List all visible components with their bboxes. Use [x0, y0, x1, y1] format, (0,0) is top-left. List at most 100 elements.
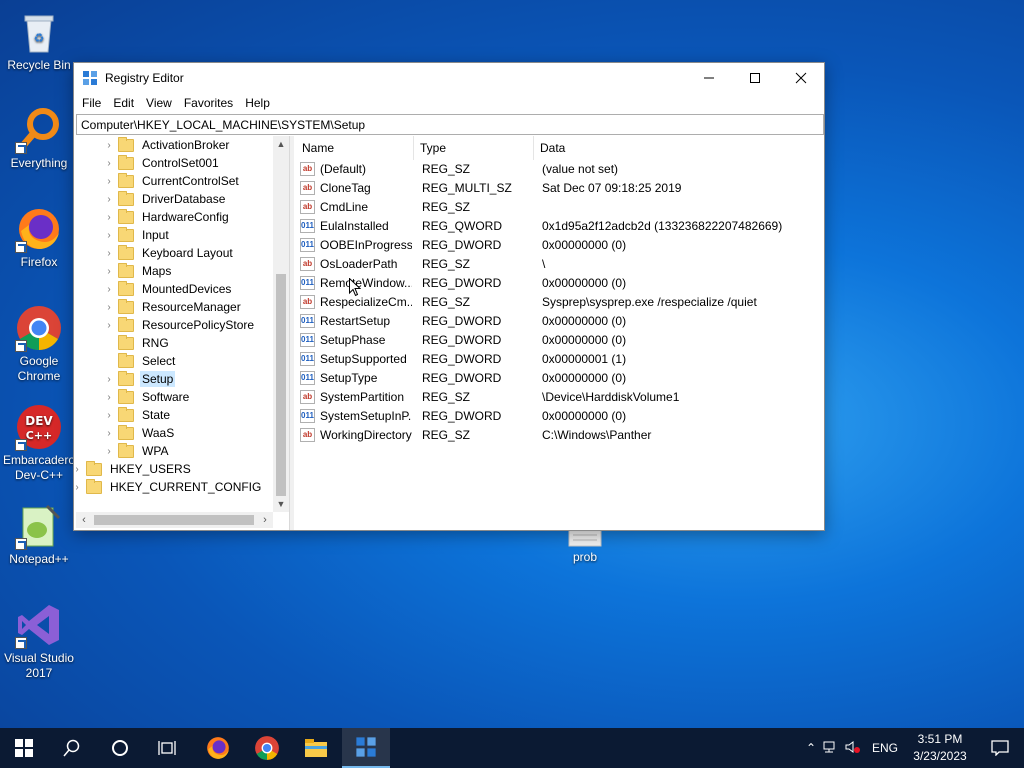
tree-item[interactable]: › MountedDevices — [104, 280, 233, 298]
value-row[interactable]: ab (Default) REG_SZ (value not set) — [294, 160, 824, 179]
scroll-thumb[interactable] — [276, 274, 286, 496]
tree-item[interactable]: ›HKEY_CURRENT_CONFIG — [76, 478, 263, 496]
value-row[interactable]: 011 EulaInstalled REG_QWORD 0x1d95a2f12adcb… — [294, 217, 824, 236]
desktop-icon-dev-cpp[interactable]: DEV C++ Embarcadero Dev-C++ — [0, 403, 78, 483]
address-bar[interactable]: Computer\HKEY_LOCAL_MACHINE\SYSTEM\Setup — [76, 114, 824, 135]
tree-vertical-scrollbar[interactable]: ▲ ▼ — [273, 136, 289, 512]
action-center-button[interactable] — [976, 728, 1024, 768]
title-bar[interactable]: Registry Editor — [74, 63, 824, 93]
tree-item[interactable]: › ResourcePolicyStore — [104, 316, 256, 334]
tree-item[interactable]: › DriverDatabase — [104, 190, 227, 208]
tree-horizontal-scrollbar[interactable]: ‹ › — [76, 512, 273, 528]
chevron-right-icon[interactable]: › — [76, 482, 82, 493]
value-row[interactable]: 011 SetupPhase REG_DWORD 0x00000000 (0) — [294, 331, 824, 350]
tree-item[interactable]: › Maps — [104, 262, 173, 280]
desktop-icon-firefox[interactable]: Firefox — [0, 205, 78, 270]
tree-item[interactable]: › Software — [104, 388, 191, 406]
tree-item[interactable]: Select — [104, 352, 177, 370]
maximize-button[interactable] — [732, 63, 778, 93]
chevron-right-icon[interactable]: › — [104, 392, 114, 403]
values-list-pane[interactable]: Name Type Data ab (Default) REG_SZ (value n… — [294, 136, 824, 530]
search-icon — [63, 739, 80, 757]
desktop-icon-recycle-bin[interactable]: ♻ Recycle Bin — [0, 8, 78, 73]
chevron-right-icon[interactable]: › — [104, 140, 114, 151]
system-clock[interactable]: 3:51 PM 3/23/2023 — [906, 731, 974, 765]
tree-item[interactable]: › ActivationBroker — [104, 136, 231, 154]
scroll-thumb[interactable] — [94, 515, 254, 525]
value-row[interactable]: 011 RemoteWindow... REG_DWORD 0x00000000 (0… — [294, 274, 824, 293]
search-button[interactable] — [48, 728, 96, 768]
key-tree-pane[interactable]: › ActivationBroker › ControlSet001 › Curren… — [76, 136, 290, 530]
value-row[interactable]: ab OsLoaderPath REG_SZ \ — [294, 255, 824, 274]
taskbar-file-explorer[interactable] — [292, 728, 340, 768]
tree-item[interactable]: › CurrentControlSet — [104, 172, 241, 190]
chevron-right-icon[interactable]: › — [104, 266, 114, 277]
desktop-icon-visual-studio[interactable]: Visual Studio 2017 — [0, 601, 78, 681]
tree-item[interactable]: RNG — [104, 334, 171, 352]
start-button[interactable] — [0, 728, 48, 768]
value-row[interactable]: ab WorkingDirectory REG_SZ C:\Windows\Panth… — [294, 426, 824, 445]
scroll-down-icon[interactable]: ▼ — [273, 496, 289, 512]
chevron-right-icon[interactable]: › — [104, 176, 114, 187]
value-name: RestartSetup — [320, 314, 391, 328]
tree-item-selected[interactable]: › Setup — [104, 370, 176, 388]
tree-item[interactable]: ›HKEY_USERS — [76, 460, 193, 478]
value-row[interactable]: 011 OOBEInProgress REG_DWORD 0x00000000 (0) — [294, 236, 824, 255]
close-icon — [795, 72, 807, 84]
tree-item[interactable]: › Input — [104, 226, 171, 244]
menu-view[interactable]: View — [140, 96, 178, 110]
task-view-button[interactable] — [144, 728, 192, 768]
column-header-type[interactable]: Type — [414, 136, 534, 160]
value-row[interactable]: ab SystemPartition REG_SZ \Device\HarddiskV… — [294, 388, 824, 407]
value-row[interactable]: 011 SystemSetupInP... REG_DWORD 0x00000000 … — [294, 407, 824, 426]
value-row[interactable]: 011 SetupSupported REG_DWORD 0x00000001 (1) — [294, 350, 824, 369]
chevron-right-icon[interactable]: › — [104, 374, 114, 385]
chevron-right-icon[interactable]: › — [104, 284, 114, 295]
tree-item[interactable]: › WaaS — [104, 424, 176, 442]
chevron-right-icon[interactable]: › — [104, 302, 114, 313]
taskbar-registry-editor[interactable] — [342, 728, 390, 768]
tree-item[interactable]: › HardwareConfig — [104, 208, 231, 226]
scroll-left-icon[interactable]: ‹ — [76, 512, 92, 528]
desktop-icon-notepad-plus-plus[interactable]: Notepad++ — [0, 502, 78, 567]
chevron-right-icon[interactable]: › — [104, 320, 114, 331]
input-language-indicator[interactable]: ENG — [872, 741, 898, 755]
value-row[interactable]: 011 SetupType REG_DWORD 0x00000000 (0) — [294, 369, 824, 388]
value-row[interactable]: 011 RestartSetup REG_DWORD 0x00000000 (0) — [294, 312, 824, 331]
menu-edit[interactable]: Edit — [107, 96, 140, 110]
cortana-button[interactable] — [96, 728, 144, 768]
chevron-right-icon[interactable]: › — [104, 158, 114, 169]
show-hidden-icons-chevron-icon[interactable]: ⌃ — [802, 741, 820, 755]
chevron-right-icon[interactable]: › — [104, 248, 114, 259]
chevron-right-icon[interactable]: › — [104, 410, 114, 421]
tree-item[interactable]: › WPA — [104, 442, 170, 460]
value-row[interactable]: ab CloneTag REG_MULTI_SZ Sat Dec 07 09:18:2… — [294, 179, 824, 198]
chevron-right-icon[interactable]: › — [104, 194, 114, 205]
tree-item[interactable]: › ResourceManager — [104, 298, 243, 316]
taskbar-chrome[interactable] — [243, 728, 291, 768]
desktop-icon-google-chrome[interactable]: Google Chrome — [0, 304, 78, 384]
scroll-right-icon[interactable]: › — [257, 512, 273, 528]
tree-item[interactable]: › ControlSet001 — [104, 154, 221, 172]
close-button[interactable] — [778, 63, 824, 93]
chevron-right-icon[interactable]: › — [104, 212, 114, 223]
desktop-icon-everything[interactable]: Everything — [0, 106, 78, 171]
tree-item[interactable]: › State — [104, 406, 172, 424]
chevron-right-icon[interactable]: › — [104, 428, 114, 439]
chevron-right-icon[interactable]: › — [104, 446, 114, 457]
taskbar-firefox[interactable] — [194, 728, 242, 768]
value-row[interactable]: ab RespecializeCm... REG_SZ Sysprep\sysprep… — [294, 293, 824, 312]
column-header-data[interactable]: Data — [534, 136, 822, 160]
minimize-button[interactable] — [686, 63, 732, 93]
menu-file[interactable]: File — [76, 96, 107, 110]
column-header-name[interactable]: Name — [296, 136, 414, 160]
volume-muted-icon[interactable] — [842, 740, 864, 757]
chevron-right-icon[interactable]: › — [76, 464, 82, 475]
menu-help[interactable]: Help — [239, 96, 276, 110]
value-row[interactable]: ab CmdLine REG_SZ — [294, 198, 824, 217]
menu-favorites[interactable]: Favorites — [178, 96, 239, 110]
chevron-right-icon[interactable]: › — [104, 230, 114, 241]
tree-item[interactable]: › Keyboard Layout — [104, 244, 235, 262]
scroll-up-icon[interactable]: ▲ — [273, 136, 289, 152]
network-icon[interactable] — [820, 740, 842, 757]
